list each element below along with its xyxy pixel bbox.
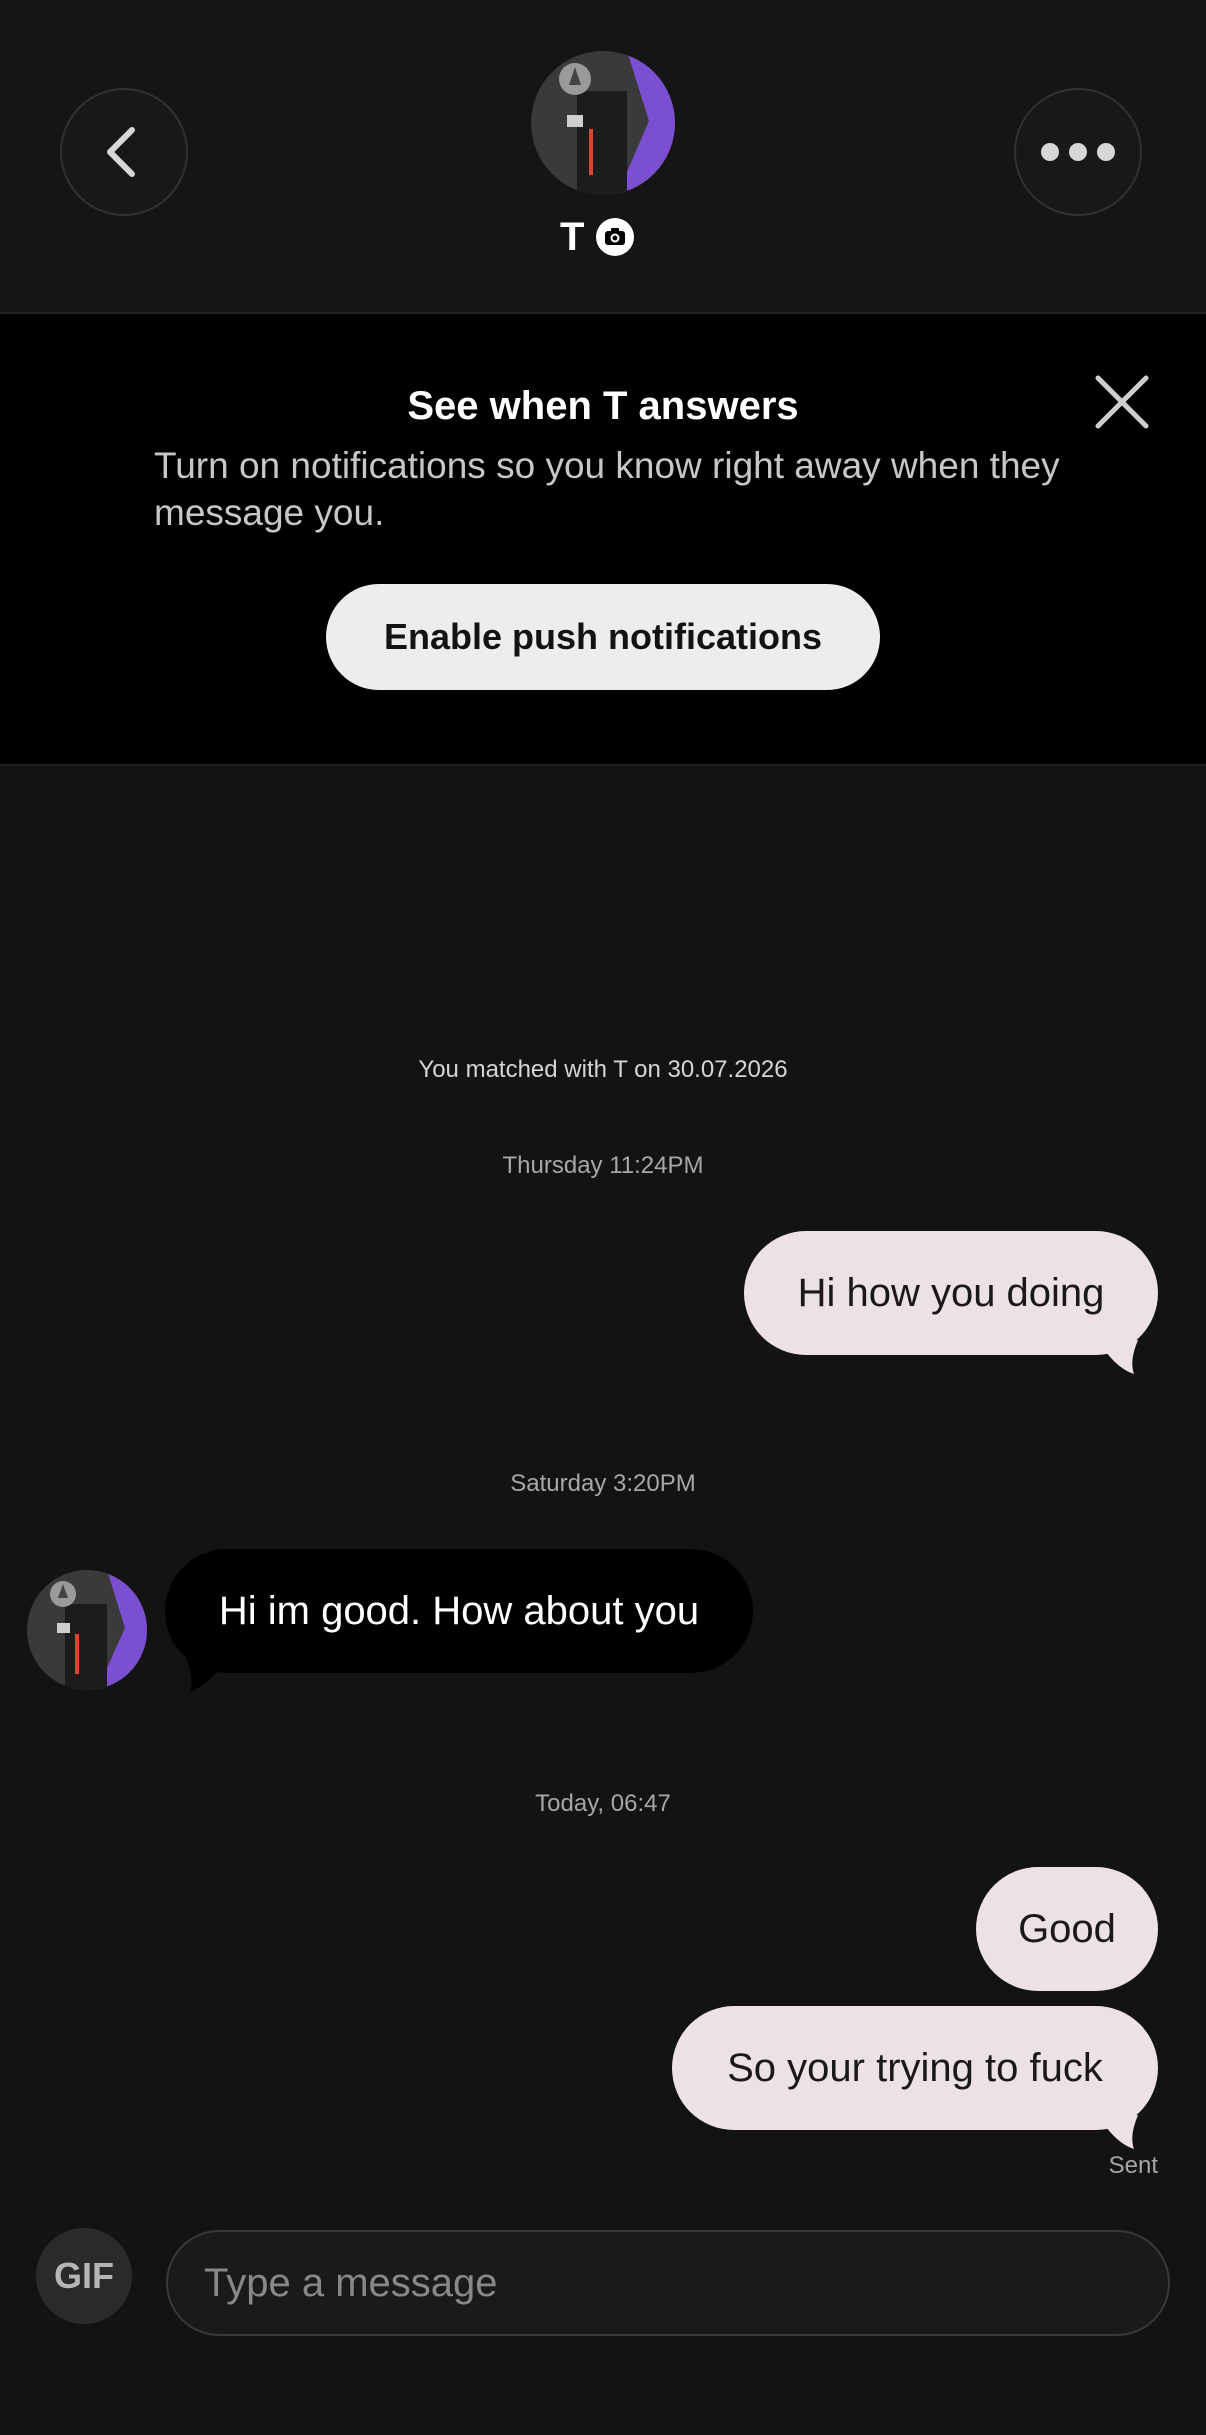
- message-text: Hi im good. How about you: [218, 1588, 700, 1633]
- message-timestamp: Thursday 11:24PM: [502, 1152, 704, 1179]
- match-name-row[interactable]: T: [560, 212, 635, 262]
- banner-title: See when T answers: [407, 384, 799, 428]
- gif-button[interactable]: GIF: [36, 2228, 132, 2324]
- chevron-left-icon: [107, 127, 135, 177]
- match-avatar[interactable]: [531, 51, 675, 195]
- bubble-tail: [1098, 1340, 1138, 1374]
- bubble-tail: [1098, 2115, 1138, 2149]
- message-timestamp: Today, 06:47: [535, 1790, 671, 1817]
- chat-screen: T See when T answers Turn on notificatio…: [0, 0, 1206, 2435]
- message-text: Hi how you doing: [797, 1270, 1105, 1315]
- outgoing-message[interactable]: Hi how you doing: [744, 1231, 1158, 1355]
- message-status: Sent: [1108, 2152, 1158, 2179]
- bubble-tail: [186, 1658, 226, 1692]
- close-icon: [1095, 375, 1149, 429]
- banner-close-button[interactable]: [1090, 370, 1154, 434]
- notification-banner: See when T answers Turn on notifications…: [0, 314, 1206, 766]
- outgoing-message[interactable]: Good: [976, 1867, 1158, 1991]
- message-timestamp: Saturday 3:20PM: [510, 1470, 696, 1497]
- more-options-button[interactable]: [1014, 88, 1142, 216]
- message-text: So your trying to fuck: [727, 2045, 1103, 2090]
- outgoing-message[interactable]: So your trying to fuck: [672, 2006, 1158, 2130]
- sender-avatar[interactable]: [27, 1570, 147, 1690]
- more-horizontal-icon: [1041, 143, 1115, 161]
- enable-push-notifications-button[interactable]: Enable push notifications: [326, 584, 880, 690]
- message-input[interactable]: [166, 2230, 1170, 2336]
- chat-header: T: [0, 0, 1206, 314]
- incoming-message[interactable]: Hi im good. How about you: [165, 1549, 753, 1673]
- back-button[interactable]: [60, 88, 188, 216]
- match-name: T: [560, 214, 585, 259]
- message-text: Good: [1018, 1906, 1116, 1951]
- match-date-text: You matched with T on 30.07.2026: [418, 1056, 788, 1083]
- banner-body: Turn on notifications so you know right …: [154, 445, 1060, 533]
- camera-icon: [596, 218, 635, 256]
